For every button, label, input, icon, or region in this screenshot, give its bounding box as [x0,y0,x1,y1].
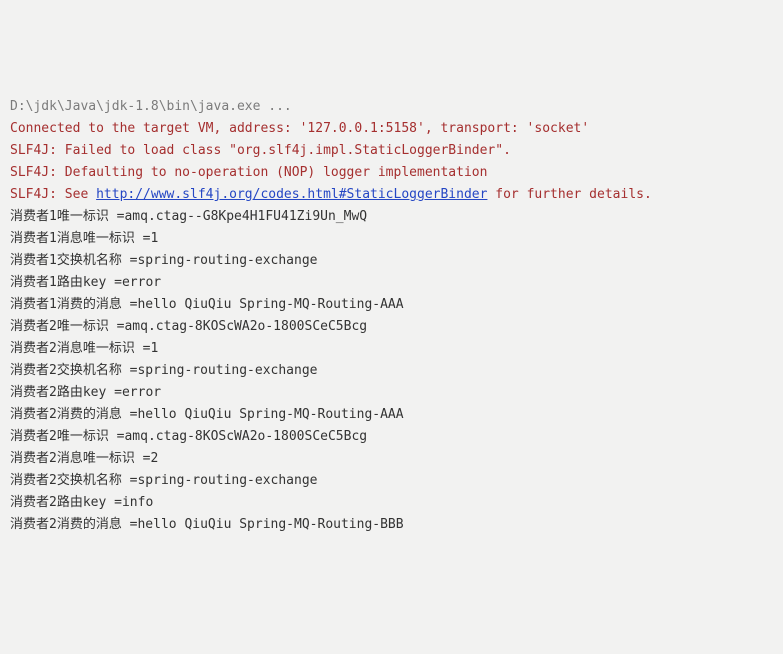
console-text: 消费者2消息唯一标识 =1 [10,341,158,356]
console-line: Connected to the target VM, address: '12… [10,118,773,140]
console-text: SLF4J: Defaulting to no-operation (NOP) … [10,165,487,180]
console-line: SLF4J: Failed to load class "org.slf4j.i… [10,140,773,162]
console-text: 消费者1消息唯一标识 =1 [10,231,158,246]
console-line: 消费者2消息唯一标识 =1 [10,338,773,360]
console-text: 消费者2唯一标识 =amq.ctag-8KOScWA2o-1800SCeC5Bc… [10,319,367,334]
console-text: 消费者2消费的消息 =hello QiuQiu Spring-MQ-Routin… [10,517,404,532]
console-text: D:\jdk\Java\jdk-1.8\bin\java.exe ... [10,99,292,114]
console-line: SLF4J: Defaulting to no-operation (NOP) … [10,162,773,184]
console-text: 消费者2唯一标识 =amq.ctag-8KOScWA2o-1800SCeC5Bc… [10,429,367,444]
console-text: SLF4J: Failed to load class "org.slf4j.i… [10,143,511,158]
console-text: for further details. [487,187,651,202]
console-line: 消费者1交换机名称 =spring-routing-exchange [10,250,773,272]
console-line: 消费者1唯一标识 =amq.ctag--G8Kpe4H1FU41Zi9Un_Mw… [10,206,773,228]
slf4j-docs-link[interactable]: http://www.slf4j.org/codes.html#StaticLo… [96,187,487,202]
console-line: 消费者2唯一标识 =amq.ctag-8KOScWA2o-1800SCeC5Bc… [10,426,773,448]
console-line: 消费者2唯一标识 =amq.ctag-8KOScWA2o-1800SCeC5Bc… [10,316,773,338]
console-text: 消费者2消息唯一标识 =2 [10,451,158,466]
console-line: 消费者2路由key =info [10,492,773,514]
console-text: 消费者1消费的消息 =hello QiuQiu Spring-MQ-Routin… [10,297,404,312]
console-text: 消费者1交换机名称 =spring-routing-exchange [10,253,318,268]
console-line: 消费者1路由key =error [10,272,773,294]
console-line: 消费者2路由key =error [10,382,773,404]
console-output: D:\jdk\Java\jdk-1.8\bin\java.exe ... Conn… [10,96,773,536]
console-text: 消费者2消费的消息 =hello QiuQiu Spring-MQ-Routin… [10,407,404,422]
console-line: 消费者2消费的消息 =hello QiuQiu Spring-MQ-Routin… [10,404,773,426]
console-text: 消费者1唯一标识 =amq.ctag--G8Kpe4H1FU41Zi9Un_Mw… [10,209,367,224]
console-line: 消费者2消费的消息 =hello QiuQiu Spring-MQ-Routin… [10,514,773,536]
console-text: 消费者2路由key =info [10,495,153,510]
console-line: SLF4J: See http://www.slf4j.org/codes.ht… [10,184,773,206]
console-text: 消费者2交换机名称 =spring-routing-exchange [10,473,318,488]
console-line: 消费者1消息唯一标识 =1 [10,228,773,250]
console-line: 消费者2交换机名称 =spring-routing-exchange [10,470,773,492]
console-line: 消费者2消息唯一标识 =2 [10,448,773,470]
console-line: 消费者1消费的消息 =hello QiuQiu Spring-MQ-Routin… [10,294,773,316]
console-text: SLF4J: See [10,187,96,202]
console-text: 消费者1路由key =error [10,275,161,290]
console-text: 消费者2路由key =error [10,385,161,400]
console-text: Connected to the target VM, address: '12… [10,121,589,136]
console-text: 消费者2交换机名称 =spring-routing-exchange [10,363,318,378]
console-line: 消费者2交换机名称 =spring-routing-exchange [10,360,773,382]
console-line: D:\jdk\Java\jdk-1.8\bin\java.exe ... [10,96,773,118]
